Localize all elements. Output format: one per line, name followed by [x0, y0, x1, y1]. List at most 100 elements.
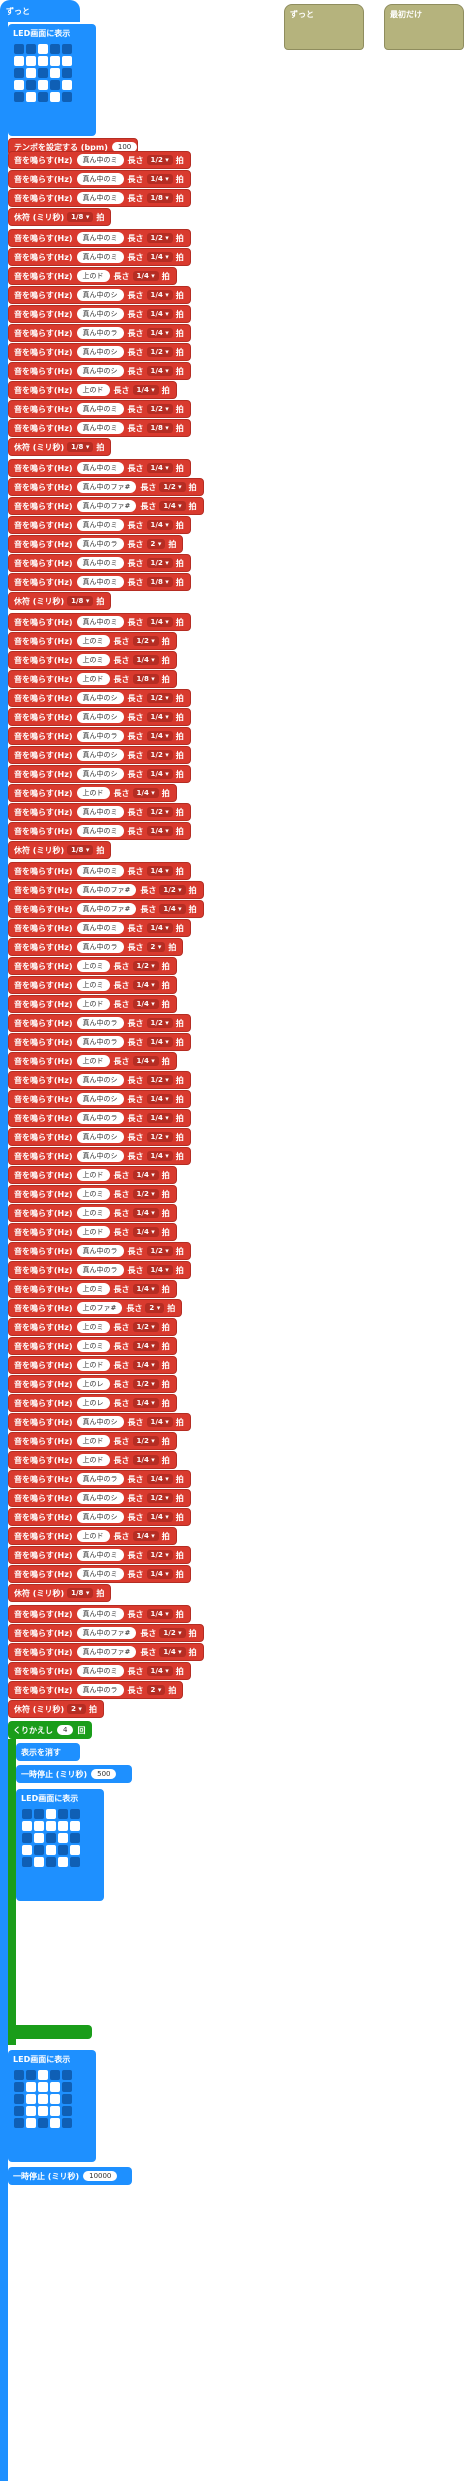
led-grid-1[interactable] [14, 44, 72, 102]
note-pitch[interactable]: 上のミ [76, 635, 110, 647]
play-tone-block[interactable]: 音を鳴らす (Hz) 真ん中のシ 長さ 1/4 ▾ 拍 [8, 708, 191, 726]
note-pitch[interactable]: 真ん中のミ [76, 422, 124, 434]
beat-dropdown[interactable]: 1/2 ▾ [132, 1436, 159, 1446]
beat-dropdown[interactable]: 1/4 ▾ [146, 328, 173, 338]
note-pitch[interactable]: 上のド [76, 1226, 110, 1238]
led-cell[interactable] [50, 68, 60, 78]
led-cell[interactable] [14, 92, 24, 102]
play-tone-block[interactable]: 音を鳴らす (Hz) 真ん中のファ# 長さ 1/4 ▾ 拍 [8, 497, 204, 515]
beat-dropdown[interactable]: 1/4 ▾ [146, 366, 173, 376]
beat-dropdown[interactable]: 1/2 ▾ [159, 1628, 186, 1638]
note-pitch[interactable]: 真ん中のシ [76, 1093, 124, 1105]
play-tone-block[interactable]: 音を鳴らす (Hz) 上のミ 長さ 1/4 ▾ 拍 [8, 651, 177, 669]
beat-dropdown[interactable]: 1/2 ▾ [132, 1322, 159, 1332]
beat-dropdown[interactable]: 1/8 ▾ [67, 845, 94, 855]
play-tone-block[interactable]: 音を鳴らす (Hz) 真ん中のファ# 長さ 1/2 ▾ 拍 [8, 1624, 204, 1642]
beat-dropdown[interactable]: 1/8 ▾ [67, 596, 94, 606]
led-cell[interactable] [22, 1821, 32, 1831]
beat-dropdown[interactable]: 1/8 ▾ [146, 193, 173, 203]
led-cell[interactable] [62, 44, 72, 54]
beat-dropdown[interactable]: 1/4 ▾ [132, 655, 159, 665]
led-cell[interactable] [38, 56, 48, 66]
note-pitch[interactable]: 真ん中のミ [76, 232, 124, 244]
note-pitch[interactable]: 上のド [76, 787, 110, 799]
beat-dropdown[interactable]: 1/4 ▾ [132, 788, 159, 798]
note-pitch[interactable]: 真ん中のシ [76, 1074, 124, 1086]
play-tone-block[interactable]: 音を鳴らす (Hz) 上のド 長さ 1/4 ▾ 拍 [8, 1166, 177, 1184]
note-pitch[interactable]: 上のミ [76, 1283, 110, 1295]
beat-dropdown[interactable]: 1/4 ▾ [146, 731, 173, 741]
led-cell[interactable] [22, 1845, 32, 1855]
note-pitch[interactable]: 真ん中のラ [76, 1684, 124, 1696]
play-tone-block[interactable]: 音を鳴らす (Hz) 真ん中のミ 長さ 1/2 ▾ 拍 [8, 151, 191, 169]
note-pitch[interactable]: 真ん中のラ [76, 1264, 124, 1276]
led-cell[interactable] [14, 2082, 24, 2092]
play-tone-block[interactable]: 音を鳴らす (Hz) 真ん中のシ 長さ 1/4 ▾ 拍 [8, 1090, 191, 1108]
beat-dropdown[interactable]: 1/2 ▾ [146, 1018, 173, 1028]
beat-dropdown[interactable]: 1/4 ▾ [146, 1474, 173, 1484]
note-pitch[interactable]: 上のド [76, 1055, 110, 1067]
play-tone-block[interactable]: 音を鳴らす (Hz) 真ん中のラ 長さ 1/4 ▾ 拍 [8, 1261, 191, 1279]
led-cell[interactable] [50, 56, 60, 66]
led-cell[interactable] [50, 2118, 60, 2128]
play-tone-block[interactable]: 音を鳴らす (Hz) 真ん中のシ 長さ 1/4 ▾ 拍 [8, 286, 191, 304]
note-pitch[interactable]: 真ん中のラ [76, 1017, 124, 1029]
play-tone-block[interactable]: 音を鳴らす (Hz) 真ん中のシ 長さ 1/4 ▾ 拍 [8, 305, 191, 323]
play-tone-block[interactable]: 音を鳴らす (Hz) 上のミ 長さ 1/2 ▾ 拍 [8, 632, 177, 650]
note-pitch[interactable]: 上のド [76, 270, 110, 282]
note-pitch[interactable]: 真ん中のラ [76, 327, 124, 339]
beat-dropdown[interactable]: 1/4 ▾ [146, 290, 173, 300]
note-pitch[interactable]: 真ん中のシ [76, 308, 124, 320]
beat-dropdown[interactable]: 1/4 ▾ [132, 1170, 159, 1180]
play-tone-block[interactable]: 音を鳴らす (Hz) 真ん中のファ# 長さ 1/2 ▾ 拍 [8, 478, 204, 496]
play-tone-block[interactable]: 音を鳴らす (Hz) 上のド 長さ 1/4 ▾ 拍 [8, 1527, 177, 1545]
play-tone-block[interactable]: 音を鳴らす (Hz) 真ん中のミ 長さ 1/4 ▾ 拍 [8, 170, 191, 188]
note-pitch[interactable]: 真ん中のシ [76, 749, 124, 761]
led-cell[interactable] [38, 2082, 48, 2092]
rest-block[interactable]: 休符 (ミリ秒) 1/8 ▾ 拍 [8, 208, 112, 226]
led-cell[interactable] [58, 1833, 68, 1843]
play-tone-block[interactable]: 音を鳴らす (Hz) 真ん中のミ 長さ 1/4 ▾ 拍 [8, 919, 191, 937]
play-tone-block[interactable]: 音を鳴らす (Hz) 真ん中のラ 長さ 1/4 ▾ 拍 [8, 324, 191, 342]
beat-dropdown[interactable]: 1/2 ▾ [146, 1246, 173, 1256]
note-pitch[interactable]: 上のミ [76, 960, 110, 972]
led-cell[interactable] [50, 80, 60, 90]
play-tone-block[interactable]: 音を鳴らす (Hz) 上のド 長さ 1/4 ▾ 拍 [8, 995, 177, 1013]
beat-dropdown[interactable]: 1/2 ▾ [146, 1550, 173, 1560]
play-tone-block[interactable]: 音を鳴らす (Hz) 上のミ 長さ 1/4 ▾ 拍 [8, 976, 177, 994]
led-cell[interactable] [58, 1821, 68, 1831]
beat-dropdown[interactable]: 1/4 ▾ [132, 385, 159, 395]
beat-dropdown[interactable]: 1/4 ▾ [132, 1398, 159, 1408]
led-cell[interactable] [62, 2118, 72, 2128]
led-cell[interactable] [26, 2070, 36, 2080]
play-tone-block[interactable]: 音を鳴らす (Hz) 真ん中のシ 長さ 1/4 ▾ 拍 [8, 765, 191, 783]
led-cell[interactable] [62, 80, 72, 90]
beat-dropdown[interactable]: 1/4 ▾ [146, 826, 173, 836]
led-grid-inner[interactable] [22, 1809, 80, 1867]
play-tone-block[interactable]: 音を鳴らす (Hz) 真ん中のミ 長さ 1/2 ▾ 拍 [8, 554, 191, 572]
led-cell[interactable] [70, 1809, 80, 1819]
beat-dropdown[interactable]: 1/4 ▾ [146, 1094, 173, 1104]
led-cell[interactable] [26, 92, 36, 102]
play-tone-block[interactable]: 音を鳴らす (Hz) 真ん中のファ# 長さ 1/4 ▾ 拍 [8, 1643, 204, 1661]
note-pitch[interactable]: 上のド [76, 1454, 110, 1466]
note-pitch[interactable]: 上のレ [76, 1397, 110, 1409]
beat-dropdown[interactable]: 1/4 ▾ [132, 1455, 159, 1465]
play-tone-block[interactable]: 音を鳴らす (Hz) 真ん中のシ 長さ 1/2 ▾ 拍 [8, 746, 191, 764]
beat-dropdown[interactable]: 1/2 ▾ [132, 636, 159, 646]
play-tone-block[interactable]: 音を鳴らす (Hz) 上のド 長さ 1/4 ▾ 拍 [8, 1356, 177, 1374]
beat-dropdown[interactable]: 1/4 ▾ [146, 309, 173, 319]
beat-dropdown[interactable]: 1/4 ▾ [146, 923, 173, 933]
beat-dropdown[interactable]: 1/4 ▾ [132, 271, 159, 281]
pause-long-value[interactable]: 10000 [83, 2171, 118, 2181]
beat-dropdown[interactable]: 1/2 ▾ [146, 558, 173, 568]
led-cell[interactable] [34, 1809, 44, 1819]
note-pitch[interactable]: 真ん中のラ [76, 730, 124, 742]
play-tone-block[interactable]: 音を鳴らす (Hz) 真ん中のミ 長さ 1/8 ▾ 拍 [8, 189, 191, 207]
note-pitch[interactable]: 上のド [76, 384, 110, 396]
note-pitch[interactable]: 上のミ [76, 1207, 110, 1219]
beat-dropdown[interactable]: 1/2 ▾ [146, 347, 173, 357]
play-tone-block[interactable]: 音を鳴らす (Hz) 真ん中のシ 長さ 1/4 ▾ 拍 [8, 362, 191, 380]
led-cell[interactable] [14, 68, 24, 78]
play-tone-block[interactable]: 音を鳴らす (Hz) 真ん中のラ 長さ 1/2 ▾ 拍 [8, 1014, 191, 1032]
